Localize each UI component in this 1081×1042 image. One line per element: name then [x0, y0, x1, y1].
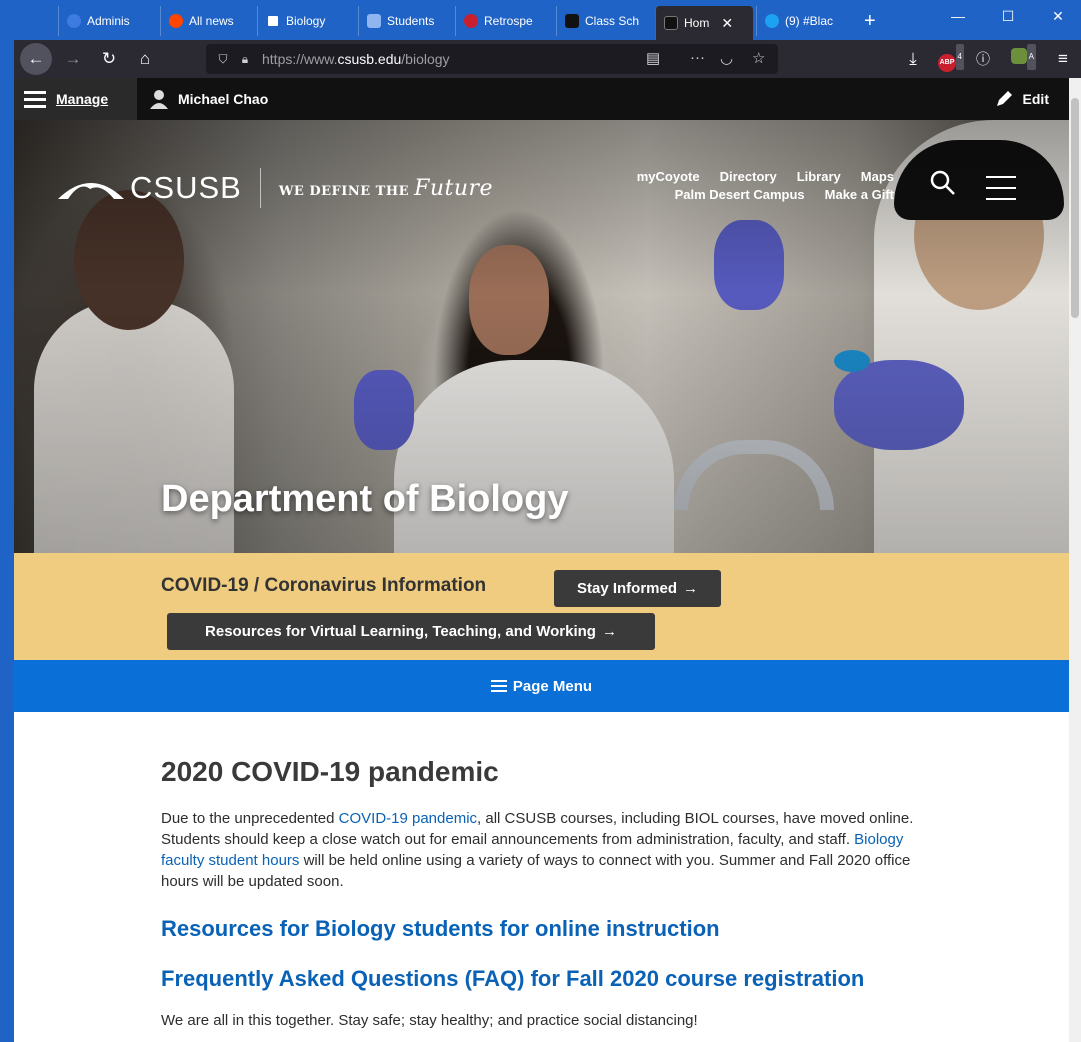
adblock-count-badge: 4 [955, 44, 964, 70]
browser-window: Adminis All news Biology Students Retros… [0, 0, 1081, 1042]
link-directory[interactable]: Directory [720, 168, 777, 186]
covid-paragraph: Due to the unprecedented COVID-19 pandem… [161, 810, 914, 890]
tab-label: All news [189, 14, 234, 28]
scrollbar-thumb[interactable] [1071, 98, 1079, 318]
reload-button[interactable]: ↻ [96, 46, 122, 72]
edit-label: Edit [1022, 91, 1049, 107]
user-icon [150, 90, 168, 109]
section-heading: 2020 COVID-19 pandemic [161, 756, 499, 787]
link-palm-desert-campus[interactable]: Palm Desert Campus [675, 186, 805, 204]
stay-informed-label: Stay Informed [576, 580, 678, 597]
closing-text: We are all in this together. Stay safe; … [161, 1012, 698, 1029]
hamburger-icon [490, 680, 507, 692]
tab-label: (9) #Blac [785, 14, 834, 28]
edit-button[interactable]: Edit [995, 78, 1049, 120]
forward-button[interactable]: → [60, 46, 86, 72]
csusb-logo[interactable]: CSUSB WE DEFINE THE Future [56, 168, 493, 208]
main-content: 2020 COVID-19 pandemic Due to the unprec… [161, 712, 931, 1029]
utility-links: myCoyote Directory Library Maps Palm Des… [574, 168, 894, 204]
tab-label: Students [387, 14, 435, 28]
covid-title: COVID-19 / Coronavirus Information [161, 575, 487, 596]
web-page: Manage Michael Chao Edit CSUSB WE DEFINE… [14, 78, 1069, 1042]
link-mycoyote[interactable]: myCoyote [637, 168, 700, 186]
pencil-icon [996, 91, 1012, 106]
bookmark-star-icon[interactable]: ☆ [752, 49, 765, 67]
tab-label: Retrospe [484, 14, 533, 28]
manage-label: Manage [56, 91, 109, 107]
home-button[interactable]: ⌂ [132, 46, 158, 72]
info-icon[interactable]: ⓘ [970, 46, 996, 72]
pocket-icon[interactable]: ◡ [720, 49, 733, 67]
downloads-icon[interactable]: ⤓ [900, 46, 926, 72]
stay-informed-button[interactable]: Stay Informed → [554, 570, 721, 607]
lock-icon[interactable]: 🔒︎ [234, 52, 256, 67]
retrospect-icon [464, 14, 478, 28]
hero-banner: CSUSB WE DEFINE THE Future myCoyote Dire… [14, 120, 1069, 553]
hamburger-icon [24, 91, 46, 108]
link-make-a-gift[interactable]: Make a Gift [825, 186, 894, 204]
link-library[interactable]: Library [797, 168, 841, 186]
manage-button[interactable]: Manage [14, 78, 137, 120]
user-name: Michael Chao [178, 91, 269, 107]
reddit-icon [169, 14, 183, 28]
faq-registration-link[interactable]: Frequently Asked Questions (FAQ) for Fal… [161, 964, 931, 994]
close-window-icon[interactable]: ✕ [1036, 8, 1080, 25]
tab-label: Class Sch [585, 14, 640, 28]
page-menu-button[interactable]: Page Menu [14, 660, 1069, 712]
extension-badge: A [1026, 44, 1036, 70]
tab-home-active[interactable]: Hom ✕ [655, 6, 753, 40]
arrow-right-icon: → [683, 580, 699, 597]
back-button[interactable]: ← [20, 43, 52, 75]
more-actions-icon[interactable]: ··· [690, 49, 705, 66]
virtual-resources-button[interactable]: Resources for Virtual Learning, Teaching… [167, 613, 655, 650]
tab-retrospect[interactable]: Retrospe [455, 6, 551, 36]
page-title: Department of Biology [161, 478, 569, 520]
url-text[interactable]: https://www.csusb.edu/biology [262, 51, 450, 67]
tab-biology[interactable]: Biology [257, 6, 353, 36]
covid-banner: COVID-19 / Coronavirus Information Stay … [14, 553, 1069, 660]
tab-all-news[interactable]: All news [160, 6, 252, 36]
reader-view-icon[interactable]: ▤ [646, 49, 660, 67]
close-tab-icon[interactable]: ✕ [721, 15, 733, 32]
tab-strip: Adminis All news Biology Students Retros… [0, 0, 1081, 40]
tagline: WE DEFINE THE Future [278, 175, 494, 201]
maximize-icon[interactable]: ☐ [986, 8, 1030, 25]
csusb-icon [266, 14, 280, 28]
plus-icon: + [864, 9, 876, 32]
new-tab-button[interactable]: + [856, 6, 886, 36]
logo-text: CSUSB [130, 170, 242, 205]
tab-label: Adminis [87, 14, 130, 28]
address-bar[interactable]: ⛉ 🔒︎ https://www.csusb.edu/biology ▤ ···… [206, 44, 778, 74]
tab-twitter[interactable]: (9) #Blac [756, 6, 852, 36]
page-menu-label: Page Menu [512, 677, 593, 695]
tab-admin[interactable]: Adminis [58, 6, 154, 36]
page-scrollbar[interactable] [1069, 78, 1081, 1042]
minimize-icon[interactable]: — [936, 8, 980, 24]
app-menu-icon[interactable]: ≡ [1050, 46, 1076, 72]
building-icon [367, 14, 381, 28]
mountain-logo-icon [58, 183, 124, 199]
adblock-icon[interactable]: ABP 4 [934, 44, 964, 72]
search-icon[interactable] [930, 170, 956, 196]
tab-students[interactable]: Students [358, 6, 450, 36]
twitter-icon [765, 14, 779, 28]
tab-class-schedule[interactable]: Class Sch [556, 6, 652, 36]
logo-divider [259, 168, 261, 208]
link-maps[interactable]: Maps [861, 168, 894, 186]
arrow-right-icon: → [601, 623, 617, 640]
schedule-icon [565, 14, 579, 28]
covid-pandemic-link[interactable]: COVID-19 pandemic [339, 810, 477, 827]
navigation-bar: ← → ↻ ⌂ ⛉ 🔒︎ https://www.csusb.edu/biolo… [14, 40, 1081, 78]
user-menu[interactable]: Michael Chao [150, 78, 268, 120]
tab-label: Biology [286, 14, 326, 28]
resources-online-instruction-link[interactable]: Resources for Biology students for onlin… [161, 914, 931, 944]
admin-toolbar: Manage Michael Chao Edit [14, 78, 1069, 120]
virtual-resources-label: Resources for Virtual Learning, Teaching… [205, 623, 596, 640]
shield-icon[interactable]: ⛉ [212, 52, 234, 67]
extension-icon[interactable]: A [1006, 44, 1036, 72]
globe-icon [67, 14, 81, 28]
tab-label: Hom [684, 16, 710, 30]
page-icon [664, 16, 678, 30]
site-menu-icon[interactable] [986, 176, 1016, 209]
